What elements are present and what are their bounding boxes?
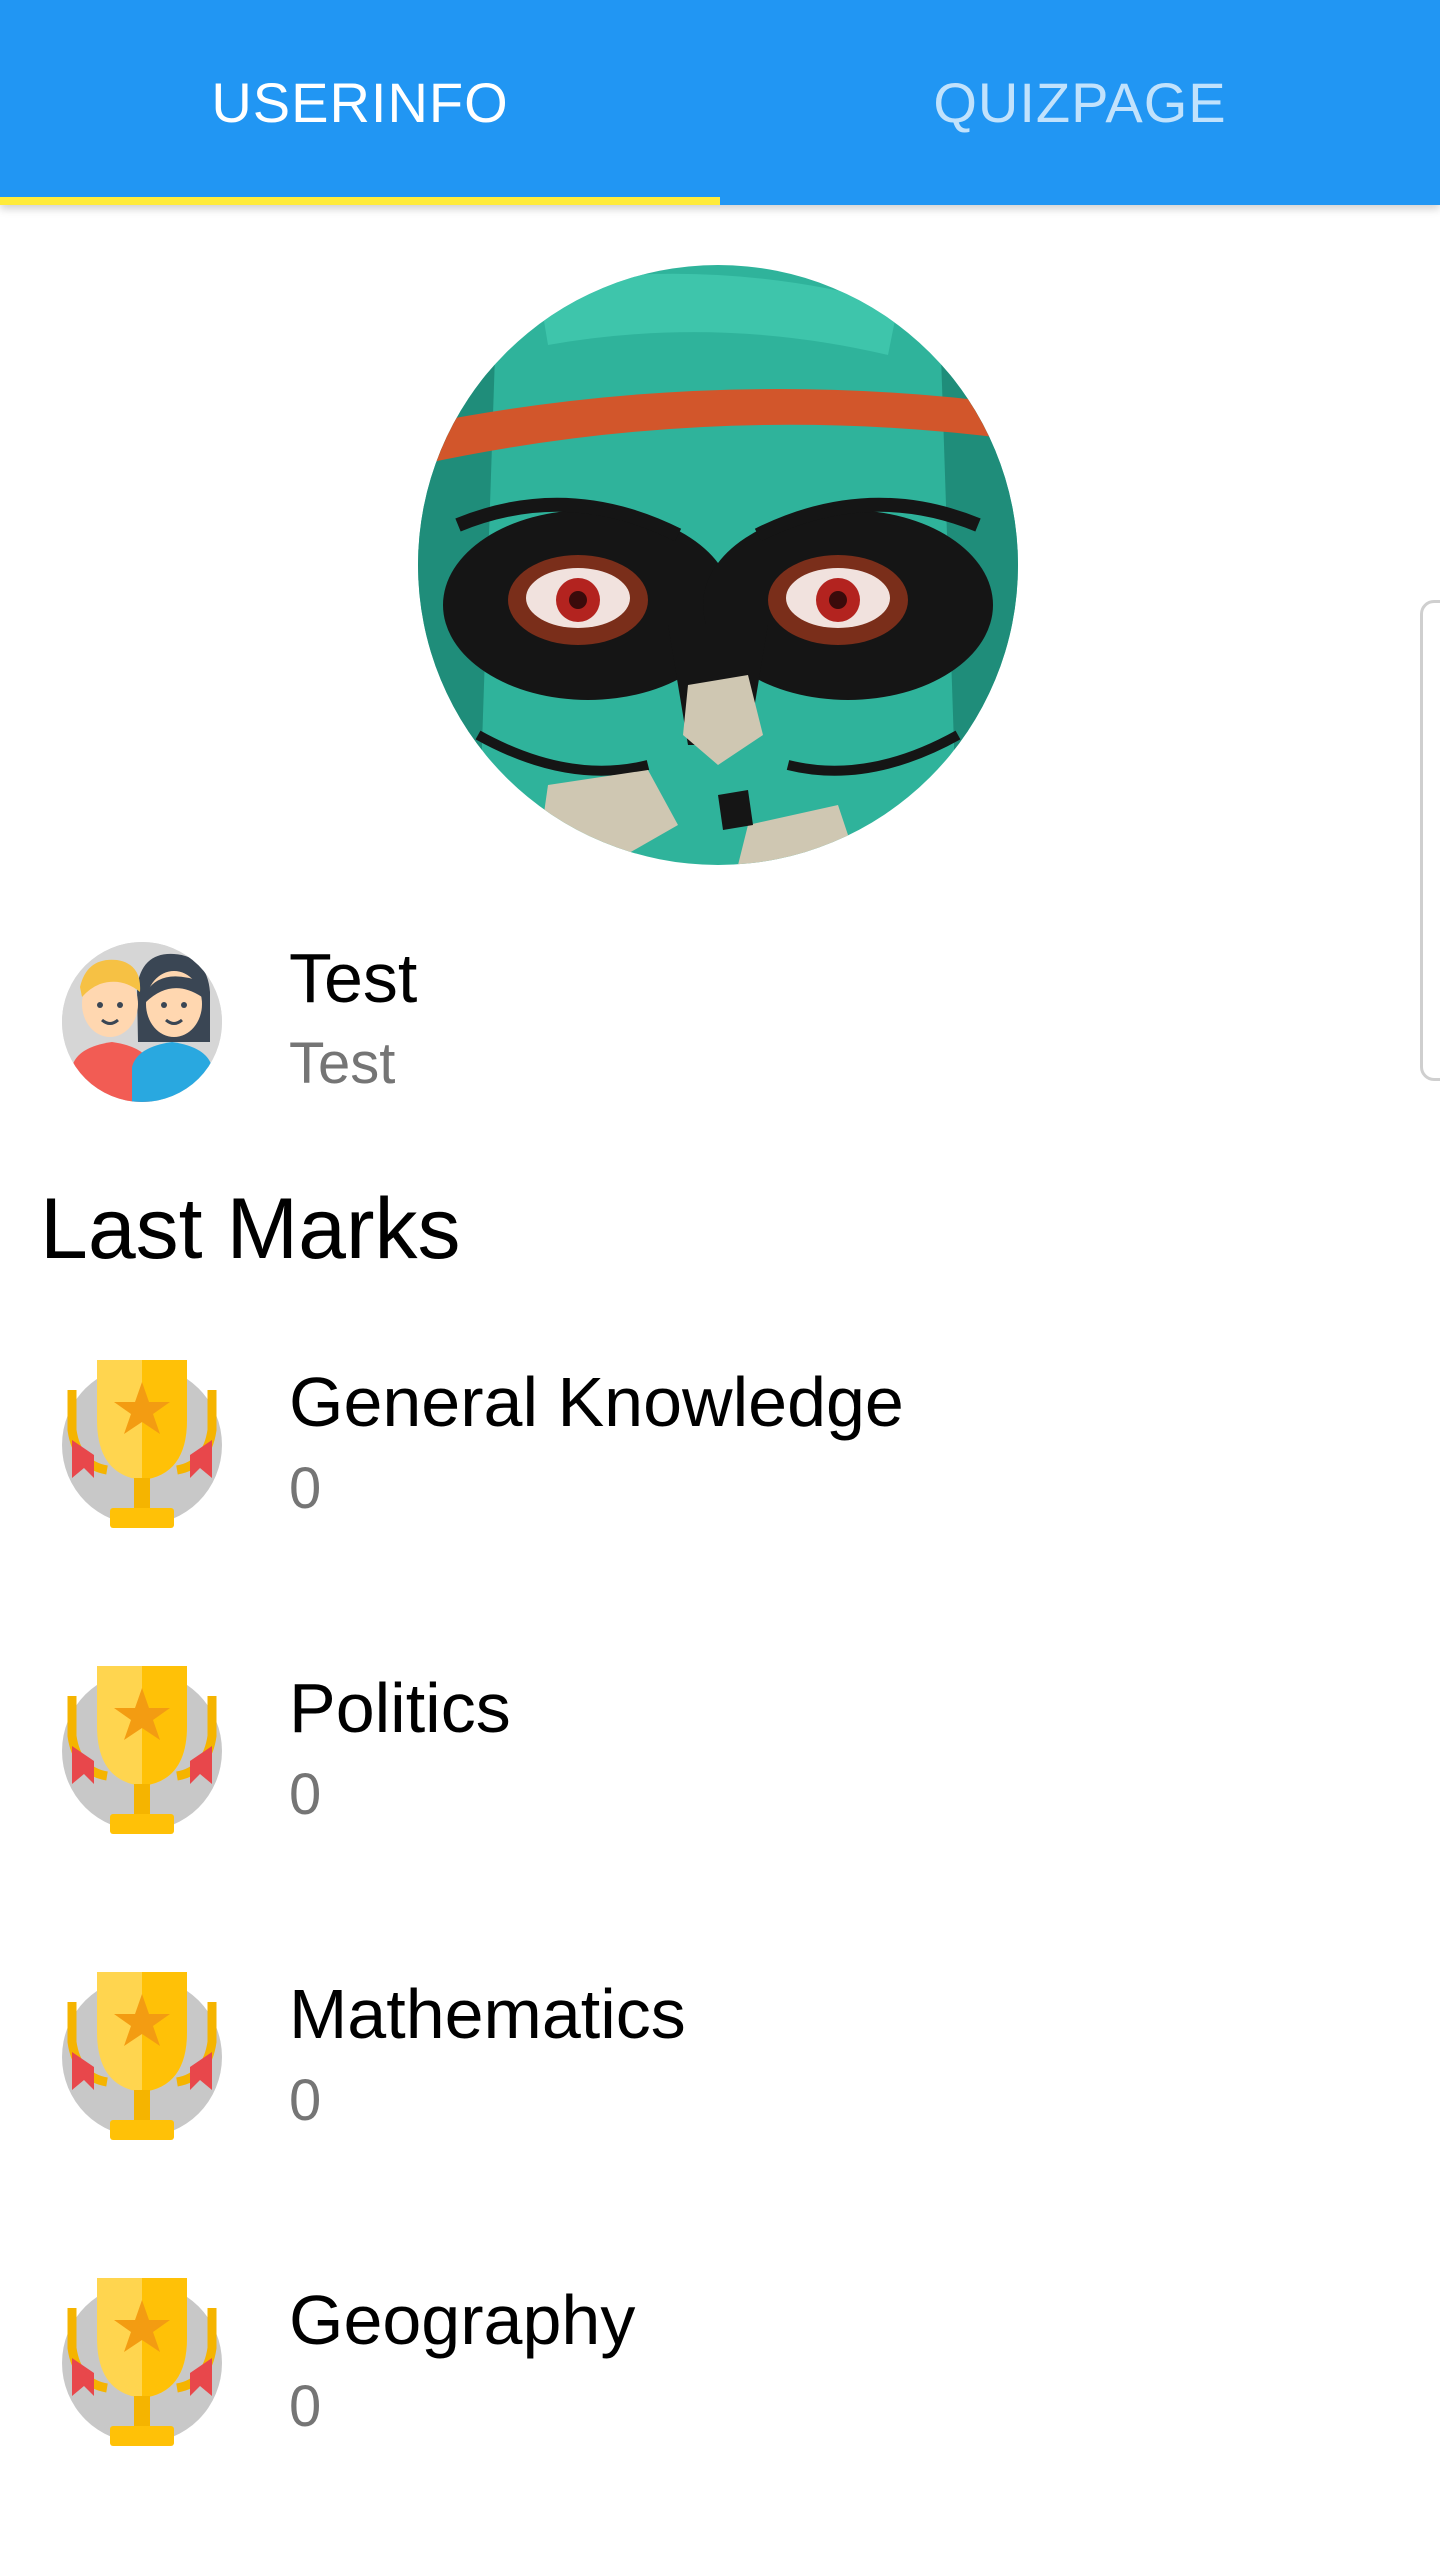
tab-userinfo-label: USERINFO [211,71,509,134]
tab-quizpage-label: QUIZPAGE [933,71,1227,134]
mark-category: General Knowledge [289,1363,904,1441]
user-subtitle: Test [289,1031,396,1096]
mark-score: 0 [289,2374,322,2439]
profile-picture[interactable] [418,265,1018,865]
mark-score: 0 [289,1762,322,1827]
active-tab-indicator [0,197,720,205]
tab-bar: USERINFO QUIZPAGE [0,0,1440,205]
last-marks-list: General Knowledge 0 Politics 0 Mathemati… [0,1330,1440,2554]
couple-avatar-icon [62,942,222,1102]
list-item[interactable]: General Knowledge 0 [0,1330,1440,1636]
tab-userinfo[interactable]: USERINFO [0,0,720,205]
user-info-row: Test Test [0,930,1440,1110]
trophy-icon [62,1972,222,2142]
mark-category: Politics [289,1669,511,1747]
trophy-icon [62,2278,222,2448]
mark-score: 0 [289,2068,322,2133]
last-marks-heading: Last Marks [40,1181,461,1277]
app-screen: USERINFO QUIZPAGE Test Test Last Marks G… [0,0,1440,2560]
list-item[interactable]: Geography 0 [0,2248,1440,2554]
mark-category: Mathematics [289,1975,686,2053]
mark-score: 0 [289,1456,322,1521]
list-item[interactable]: Politics 0 [0,1636,1440,1942]
graffiti-skull-image [418,265,1018,865]
list-item[interactable]: Mathematics 0 [0,1942,1440,2248]
trophy-icon [62,1666,222,1836]
tab-quizpage[interactable]: QUIZPAGE [720,0,1440,205]
trophy-icon [62,1360,222,1530]
user-name: Test [289,939,418,1017]
mark-category: Geography [289,2281,636,2359]
